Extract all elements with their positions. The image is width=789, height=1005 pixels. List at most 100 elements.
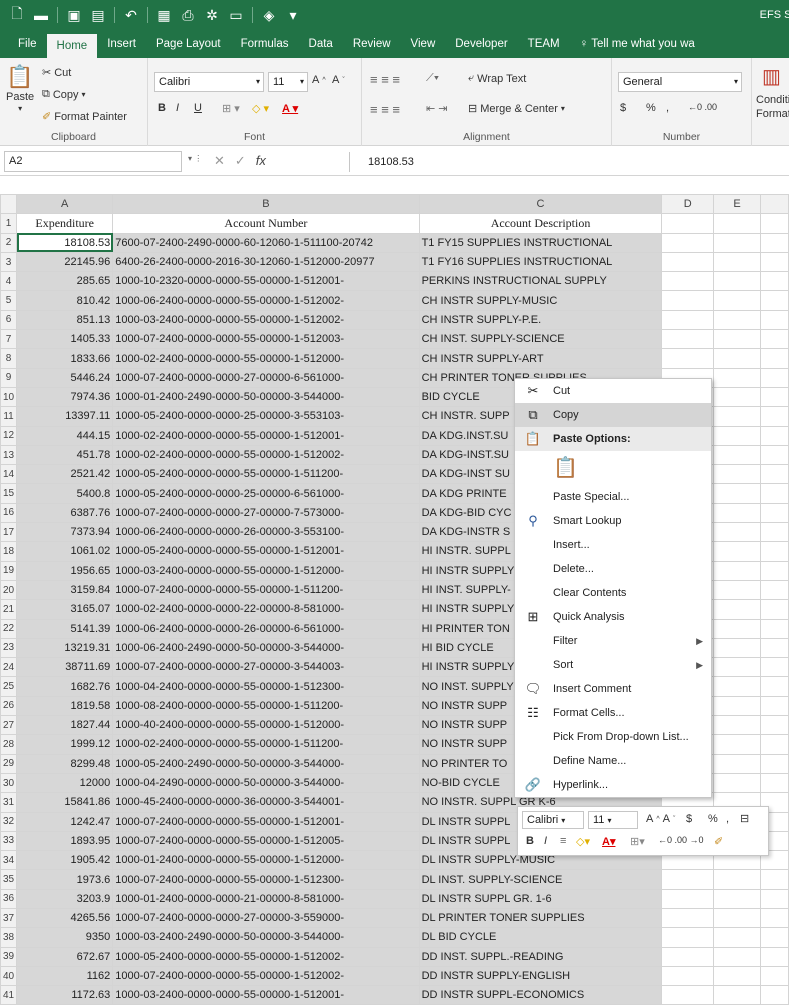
mini-bold-button[interactable]: B (526, 835, 534, 847)
account-number-cell[interactable]: 1000-02-2400-0000-0000-55-00000-1-512000… (112, 348, 420, 369)
indent-icon[interactable]: ⇤ ⇥ (426, 102, 448, 115)
menu-define-name[interactable]: Define Name... (515, 749, 711, 773)
header-account-number[interactable]: Account Number (112, 213, 420, 234)
cell[interactable] (759, 560, 789, 581)
account-number-cell[interactable]: 1000-06-2400-0000-0000-26-00000-6-561000… (112, 618, 420, 639)
percent-button[interactable]: % (646, 102, 656, 114)
account-number-cell[interactable]: 1000-05-2400-0000-0000-25-00000-3-553103… (112, 406, 420, 427)
align-top-icon[interactable]: ≡ ≡ ≡ (370, 72, 400, 87)
row-header[interactable]: 36 (0, 888, 18, 909)
tell-me-search[interactable]: ♀ Tell me what you wa (570, 30, 705, 58)
tab-formulas[interactable]: Formulas (231, 30, 299, 58)
row-header[interactable]: 35 (0, 869, 18, 890)
column-header-e[interactable]: E (713, 194, 761, 215)
cell[interactable] (759, 367, 789, 388)
tab-view[interactable]: View (401, 30, 446, 58)
mini-grow-font-icon[interactable]: A ^ Aˇ (646, 813, 675, 825)
decimal-icon[interactable]: ←0 .00 (688, 102, 717, 112)
tab-home[interactable]: Home (46, 34, 98, 58)
menu-pick-from-list[interactable]: Pick From Drop-down List... (515, 725, 711, 749)
cell[interactable] (713, 522, 761, 543)
expenditure-cell[interactable]: 285.65 (16, 271, 114, 292)
account-number-cell[interactable]: 6400-26-2400-0000-2016-30-12060-1-512000… (112, 251, 420, 273)
expenditure-cell[interactable]: 1905.42 (16, 850, 114, 871)
tab-developer[interactable]: Developer (445, 30, 517, 58)
cell[interactable] (661, 985, 715, 1005)
print-preview-icon[interactable]: ▦ (153, 5, 175, 25)
cell[interactable] (713, 946, 761, 967)
select-all-corner[interactable] (0, 194, 18, 215)
account-number-cell[interactable]: 1000-01-2400-0000-0000-55-00000-1-512000… (112, 850, 420, 871)
cell[interactable] (759, 599, 789, 620)
expenditure-cell[interactable]: 7974.36 (16, 386, 114, 408)
menu-clear-contents[interactable]: Clear Contents (515, 581, 711, 605)
row-header[interactable]: 9 (0, 367, 18, 388)
paste-button[interactable]: 📋 Paste ▾ (6, 64, 34, 113)
expenditure-cell[interactable]: 672.67 (16, 946, 114, 967)
row-header[interactable]: 33 (0, 830, 18, 852)
cell[interactable] (759, 985, 789, 1005)
cell[interactable] (713, 907, 761, 929)
cell[interactable] (759, 946, 789, 967)
cell[interactable] (759, 753, 789, 774)
italic-button[interactable]: I (176, 102, 179, 114)
row-header[interactable]: 38 (0, 927, 18, 948)
mini-currency-button[interactable]: $ (686, 813, 692, 825)
cell[interactable] (759, 444, 789, 466)
fill-color-button-icon[interactable]: ◇ ▾ (252, 102, 269, 115)
expenditure-cell[interactable]: 3203.9 (16, 888, 114, 909)
cell[interactable] (713, 406, 761, 427)
row-header[interactable]: 4 (0, 271, 18, 292)
account-description-cell[interactable]: DL INSTR SUPPL GR. 1-6 (418, 888, 663, 909)
expenditure-cell[interactable]: 7373.94 (16, 522, 114, 543)
cell[interactable] (661, 309, 715, 331)
fx-icon[interactable]: ✕✓fx (214, 153, 266, 169)
cell[interactable] (661, 907, 715, 929)
cell[interactable] (661, 869, 715, 890)
conditional-format-icon[interactable]: ▥ (762, 64, 781, 89)
cell[interactable] (713, 888, 761, 909)
expenditure-cell[interactable]: 9350 (16, 927, 114, 948)
cell[interactable] (759, 271, 789, 292)
expenditure-cell[interactable]: 1973.6 (16, 869, 114, 890)
mini-decimal-icon[interactable]: ←0 .00 →0 (658, 835, 704, 845)
tab-data[interactable]: Data (299, 30, 343, 58)
cell[interactable] (661, 965, 715, 987)
expenditure-cell[interactable]: 4265.56 (16, 907, 114, 929)
cell[interactable] (713, 232, 761, 253)
cell[interactable] (759, 695, 789, 717)
mini-borders-icon[interactable]: ⊞▾ (630, 835, 645, 848)
account-number-cell[interactable]: 1000-02-2400-0000-0000-22-00000-8-581000… (112, 599, 420, 620)
new-file-icon[interactable]: 🗋 (6, 5, 28, 25)
cell[interactable] (661, 271, 715, 292)
open-folder-icon[interactable]: ▬ (30, 5, 52, 25)
row-header[interactable]: 24 (0, 657, 18, 678)
cell[interactable] (759, 232, 789, 253)
header-account-description[interactable]: Account Description (418, 213, 663, 234)
borders-icon[interactable]: ⊞ ▾ (222, 102, 240, 115)
account-number-cell[interactable]: 1000-03-2400-2490-0000-50-00000-3-544000… (112, 927, 420, 948)
cell[interactable] (713, 657, 761, 678)
menu-quick-analysis[interactable]: ⊞ Quick Analysis (515, 605, 711, 629)
cell[interactable] (713, 676, 761, 697)
account-description-cell[interactable]: CH INSTR SUPPLY-P.E. (418, 309, 663, 331)
cell[interactable] (713, 464, 761, 485)
number-format-select[interactable]: General ▾ (618, 72, 742, 92)
row-header[interactable]: 13 (0, 444, 18, 466)
expenditure-cell[interactable]: 1893.95 (16, 830, 114, 852)
account-description-cell[interactable]: DL PRINTER TONER SUPPLIES (418, 907, 663, 929)
account-number-cell[interactable]: 1000-07-2400-0000-0000-27-00000-7-573000… (112, 502, 420, 524)
cell[interactable] (713, 579, 761, 601)
menu-delete[interactable]: Delete... (515, 557, 711, 581)
row-header[interactable]: 1 (0, 213, 18, 234)
copy-button[interactable]: ⧉ Copy ▾ (42, 88, 86, 101)
cell[interactable] (661, 888, 715, 909)
column-header-f[interactable] (759, 194, 789, 215)
cell[interactable] (759, 965, 789, 987)
cell[interactable] (713, 386, 761, 408)
cell[interactable] (759, 907, 789, 929)
expenditure-cell[interactable]: 1999.12 (16, 734, 114, 755)
cell[interactable] (759, 579, 789, 601)
mini-size-select[interactable]: 11 ▾ (588, 811, 638, 829)
expenditure-cell[interactable]: 1242.47 (16, 811, 114, 832)
